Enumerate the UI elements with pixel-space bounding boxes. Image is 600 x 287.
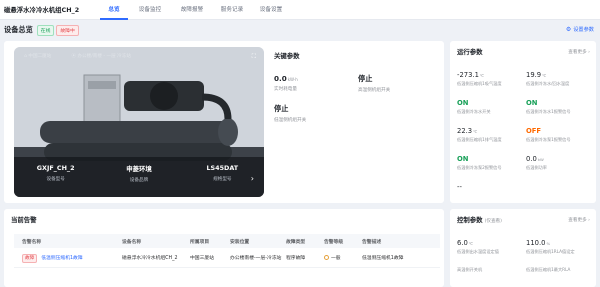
- alarm-name-cell: 故障 低温侧压缩机1故障: [14, 254, 122, 263]
- settings-params-label: 设置参数: [573, 27, 594, 33]
- key-param-item: 停止 高温侧机组开关: [358, 74, 391, 93]
- run-param-item: ON 低温侧冷冻泵2报警信号: [457, 155, 502, 170]
- photo-info-bar: GXJF_CH_2 设备型号 申菱环境 设备品牌 LS45DAT 规格型号: [14, 157, 264, 197]
- expand-icon[interactable]: ⛶: [252, 53, 256, 61]
- device-brand-label: 设备品牌: [129, 178, 149, 183]
- key-params-title: 关键参数: [274, 52, 300, 60]
- run-params-card: 运行参数 查看更多 › -273.1℃ 低温侧压缩机1吸气温度 19.9℃ 低温…: [450, 41, 596, 203]
- overview-header: 设备总览 在线 故障中 ⚙ 设置参数: [0, 20, 600, 40]
- control-params-more-link[interactable]: 查看更多 ›: [568, 217, 590, 223]
- warning-icon: [324, 255, 329, 260]
- alarms-title: 当前告警: [11, 216, 37, 224]
- settings-params-link[interactable]: ⚙ 设置参数: [566, 26, 594, 33]
- overview-title: 设备总览: [4, 25, 33, 34]
- photo-location-row: ⌂ 中国二厦站 ⦿ 办公楼/南楼 - 一层 冷冻站: [24, 53, 131, 59]
- gear-icon: ⚙: [565, 26, 572, 33]
- chevron-right-icon[interactable]: ›: [251, 174, 254, 183]
- device-brand-value: 申菱环境: [126, 165, 152, 173]
- run-params-more-link[interactable]: 查看更多 ›: [568, 49, 590, 55]
- equipment-overview-card: ⌂ 中国二厦站 ⦿ 办公楼/南楼 - 一层 冷冻站 ⛶ GXJF_CH_2 设备…: [4, 41, 444, 203]
- equipment-photo[interactable]: ⌂ 中国二厦站 ⦿ 办公楼/南楼 - 一层 冷冻站 ⛶ GXJF_CH_2 设备…: [14, 47, 264, 197]
- online-badge: 在线: [36, 24, 55, 36]
- tab-device-settings[interactable]: 设备设置: [252, 0, 290, 20]
- device-model-block: GXJF_CH_2 设备型号: [14, 157, 97, 197]
- tab-fault-alarm[interactable]: 故障报警: [172, 0, 212, 20]
- alarms-table: 告警名称 设备名称 所属项目 安装位置 故障类型 告警等级 告警描述 故障 低温侧…: [14, 234, 440, 268]
- run-param-item: 19.9℃ 低温侧冷冻水/回水温度: [526, 71, 570, 86]
- device-model-label: 设备型号: [46, 177, 65, 182]
- key-params-panel: 关键参数 0.0kW·h 实时耗电量 停止 高温侧机组开关 停止 低温侧机组开关: [274, 51, 444, 123]
- run-param-item: 22.3℃ 低温侧压缩机1排气温度: [457, 127, 502, 142]
- fault-badge: 故障中: [56, 24, 79, 36]
- alarm-name-link[interactable]: 低温侧压缩机1故障: [41, 256, 82, 261]
- tab-device-monitor[interactable]: 设备监控: [128, 0, 172, 20]
- tab-service-records[interactable]: 服务记录: [212, 0, 252, 20]
- device-title: 磁悬浮水冷冷水机组CH_2: [4, 6, 80, 14]
- fault-tag: 故障: [22, 254, 38, 263]
- run-param-item: --: [457, 183, 462, 191]
- tab-overview[interactable]: 总览: [100, 0, 128, 20]
- control-param-item: 高温侧开关机: [457, 267, 483, 272]
- top-navbar: 磁悬浮水冷冷水机组CH_2 总览 设备监控 故障报警 服务记录 设备设置: [0, 0, 600, 20]
- site-label: ⦿ 办公楼/南楼 - 一层 冷冻站: [71, 54, 131, 59]
- control-param-item: 6.0℃ 低温侧出水温度设定值: [457, 239, 499, 254]
- run-param-item: ON 低温侧冷冻水1报警信号: [526, 99, 571, 114]
- device-model-value: GXJF_CH_2: [36, 164, 75, 172]
- table-row[interactable]: 故障 低温侧压缩机1故障 磁悬浮水冷冷水机组CH_2 中国三厦站 办公楼南楼-一层…: [14, 248, 440, 268]
- run-param-item: 0.0kW 低温侧功率: [526, 155, 547, 170]
- run-params-title: 运行参数: [457, 48, 483, 56]
- run-param-item: OFF 低温侧冷冻泵1报警信号: [526, 127, 571, 142]
- device-brand-block: 申菱环境 设备品牌: [97, 157, 180, 197]
- control-params-card: 控制参数 (仅查看) 查看更多 › 6.0℃ 低温侧出水温度设定值 110.0% …: [450, 209, 596, 287]
- current-alarms-card: 当前告警 告警名称 设备名称 所属项目 安装位置 故障类型 告警等级 告警描述 …: [4, 209, 444, 287]
- control-param-item: 110.0% 低温侧压缩机1RLA值设定: [526, 239, 575, 254]
- run-param-item: -273.1℃ 低温侧压缩机1吸气温度: [457, 71, 502, 86]
- control-param-item: 低温侧压缩机1最大RLA: [526, 267, 571, 272]
- alarm-level-cell: 一般: [324, 254, 362, 261]
- spec-model-value: LS45DAT: [206, 164, 239, 172]
- key-param-item: 0.0kW·h 实时耗电量: [274, 74, 298, 92]
- control-params-title: 控制参数 (仅查看): [457, 216, 502, 224]
- table-header: 告警名称 设备名称 所属项目 安装位置 故障类型 告警等级 告警描述: [14, 234, 440, 248]
- key-param-item: 停止 低温侧机组开关: [274, 104, 307, 123]
- location-label: ⌂ 中国二厦站: [24, 54, 52, 59]
- run-param-item: ON 低温侧冷冻水开关: [457, 99, 491, 114]
